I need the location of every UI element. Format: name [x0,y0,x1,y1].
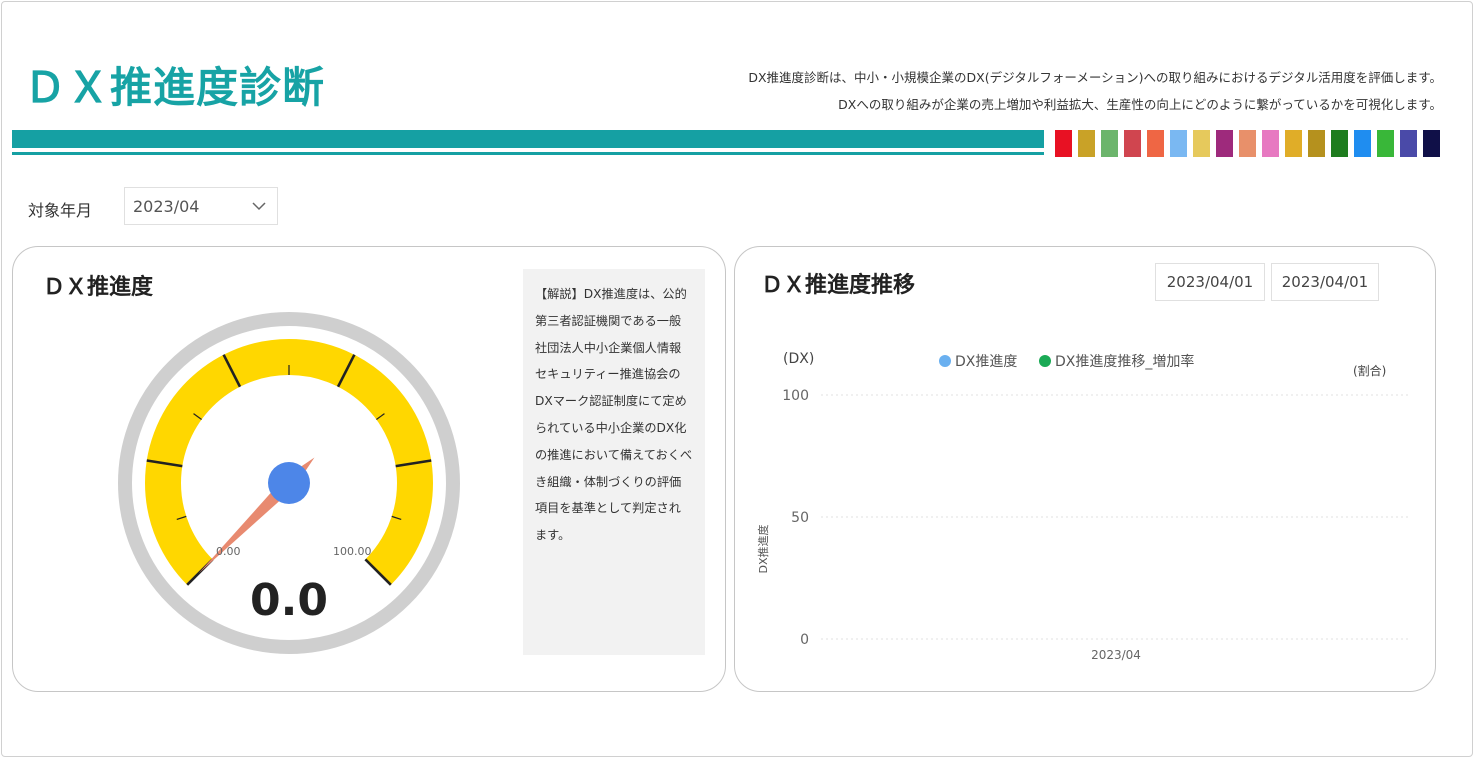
x-tick-label: 2023/04 [1091,648,1141,662]
y-tick-label: 50 [791,510,809,526]
color-swatch [1101,130,1118,157]
color-swatch [1285,130,1302,157]
page-description: DX推進度診断は、中小・小規模企業のDX(デジタルフォーメーション)への取り組み… [748,64,1442,118]
color-swatch [1216,130,1233,157]
chevron-down-icon [252,202,266,211]
gauge-value: 0.0 [250,575,328,626]
dx-trend-card: ＤＸ推進度推移 2023/04/01 2023/04/01 (DX) (割合) … [734,246,1436,692]
dx-trend-chart: (DX) (割合) DX推進度 DX推進度推移_増加率 100 50 0 2023/0… [756,351,1411,662]
legend-label: DX推進度 [955,354,1017,370]
legend-marker [1039,355,1051,367]
chart-x-ticks: 2023/04 [1091,648,1141,662]
gauge-max-label: 100.00 [333,545,372,558]
color-swatch [1147,130,1164,157]
chart-legend: DX推進度 DX推進度推移_増加率 [939,353,1194,370]
page-title: ＤＸ推進度診断 [24,63,326,112]
color-swatch [1170,130,1187,157]
gauge-card-title: ＤＸ推進度 [43,275,154,300]
color-swatch [1055,130,1072,157]
y-tick-label: 0 [800,632,809,648]
description-line-1: DX推進度診断は、中小・小規模企業のDX(デジタルフォーメーション)への取り組み… [748,70,1442,85]
color-swatch [1354,130,1371,157]
color-swatch [1331,130,1348,157]
y-axis-label: DX推進度 [756,524,770,573]
gauge-min-label: 0.00 [216,545,241,558]
right-axis-unit: (割合) [1353,363,1386,378]
target-month-value: 2023/04 [133,196,200,216]
color-swatch [1193,130,1210,157]
legend-marker [939,355,951,367]
header-accent-line [12,152,1044,155]
left-axis-unit: (DX) [783,351,814,367]
target-month-select[interactable]: 2023/04 [124,187,278,225]
color-swatch [1239,130,1256,157]
color-swatch [1262,130,1279,157]
dx-gauge: 0.00 100.00 0.0 [118,312,460,654]
description-line-2: DXへの取り組みが企業の売上増加や利益拡大、生産性の向上にどのように繋がっている… [838,97,1442,112]
target-month-label: 対象年月 [28,201,93,220]
chart-y-ticks: 100 50 0 [782,388,809,648]
color-swatch [1423,130,1440,157]
header-accent-bar [12,130,1044,148]
color-swatch [1377,130,1394,157]
gauge-hub [268,462,310,504]
color-swatch [1078,130,1095,157]
color-swatch [1400,130,1417,157]
gauge-explanation: 【解説】DX推進度は、公的第三者認証機関である一般社団法人中小企業個人情報セキュ… [523,269,705,655]
legend-label: DX推進度推移_増加率 [1055,353,1194,370]
color-swatch [1308,130,1325,157]
chart-grid [821,394,1411,640]
y-tick-label: 100 [782,388,809,404]
color-swatch-strip [1055,130,1440,157]
color-swatch [1124,130,1141,157]
dx-gauge-card: ＤＸ推進度 0.00 100.00 0.0 【解説】DX推進度は、公的第三者認証… [12,246,726,692]
